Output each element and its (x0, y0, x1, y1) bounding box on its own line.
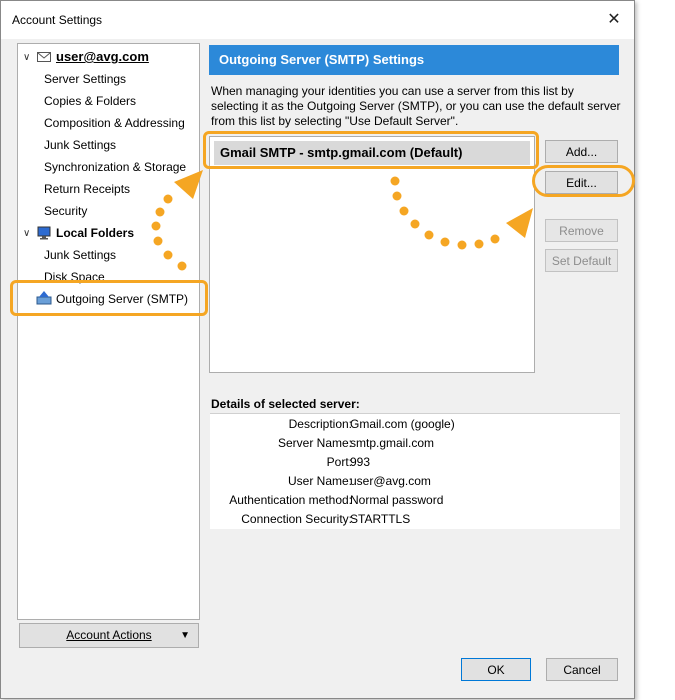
dotted-arrow-right (390, 176, 533, 250)
dotted-arrow-left (151, 170, 203, 271)
tutorial-arrows (151, 170, 533, 271)
